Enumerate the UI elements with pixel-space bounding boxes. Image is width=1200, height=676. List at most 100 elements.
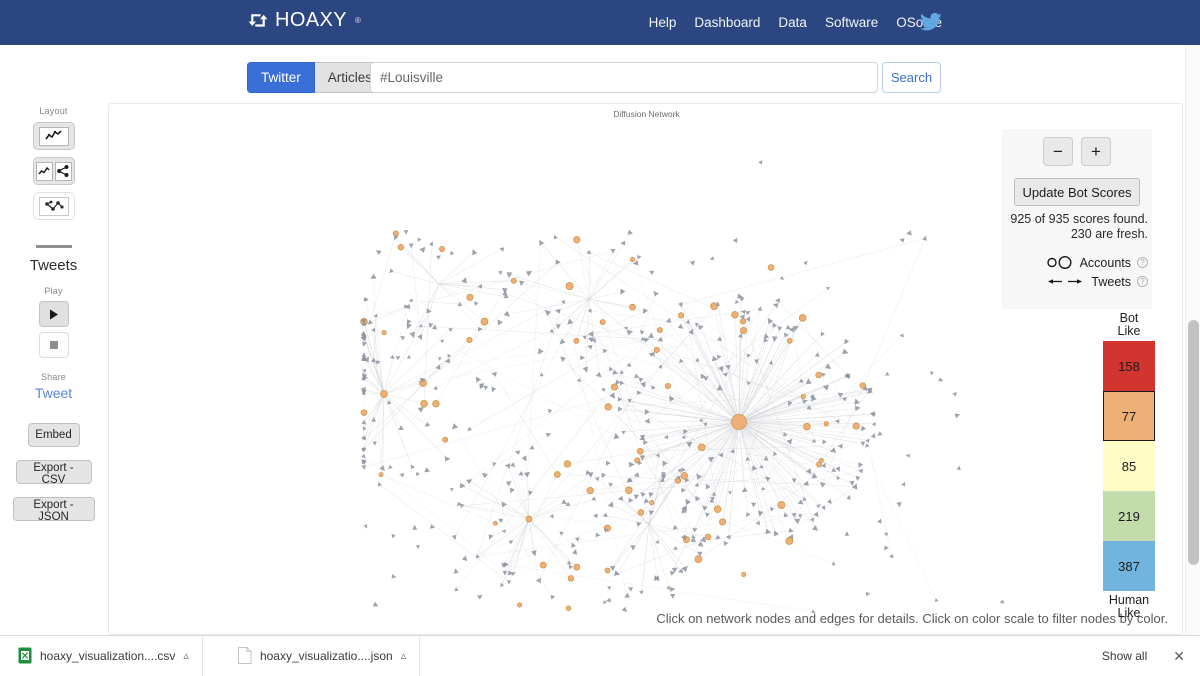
network-node-marker[interactable] xyxy=(747,354,751,358)
network-edge[interactable] xyxy=(681,305,837,422)
network-account-node[interactable] xyxy=(587,487,594,494)
network-node-marker[interactable] xyxy=(845,531,850,536)
network-account-node[interactable] xyxy=(605,568,610,573)
network-account-node[interactable] xyxy=(657,328,662,333)
network-edge[interactable] xyxy=(684,422,739,510)
network-node-marker[interactable] xyxy=(609,392,615,399)
network-node-marker[interactable] xyxy=(499,247,504,252)
network-node-marker[interactable] xyxy=(765,529,771,535)
network-node-marker[interactable] xyxy=(389,269,394,274)
network-account-node[interactable] xyxy=(379,473,383,477)
network-account-node[interactable] xyxy=(630,304,636,310)
network-node-marker[interactable] xyxy=(489,534,494,540)
network-edge[interactable] xyxy=(462,506,718,538)
network-node-marker[interactable] xyxy=(643,308,648,314)
network-node-marker[interactable] xyxy=(653,291,658,297)
network-edge[interactable] xyxy=(529,499,594,519)
network-node-marker[interactable] xyxy=(567,319,573,325)
network-account-node[interactable] xyxy=(421,400,428,407)
network-node-marker[interactable] xyxy=(569,565,573,570)
network-account-node[interactable] xyxy=(650,501,654,505)
layout-trend-button[interactable] xyxy=(33,122,75,150)
network-edge[interactable] xyxy=(681,238,925,304)
network-node-marker[interactable] xyxy=(866,592,871,597)
network-node-marker[interactable] xyxy=(411,465,415,470)
color-band-bot-red[interactable]: 158 xyxy=(1103,341,1155,391)
network-node-marker[interactable] xyxy=(678,568,683,573)
network-account-node[interactable] xyxy=(681,473,688,480)
network-account-node[interactable] xyxy=(742,572,746,576)
network-node-marker[interactable] xyxy=(622,607,627,612)
network-edge[interactable] xyxy=(505,519,529,573)
network-node-marker[interactable] xyxy=(556,324,561,329)
network-edge[interactable] xyxy=(822,238,925,484)
network-node-marker[interactable] xyxy=(628,230,634,235)
brand-logo[interactable]: HOAXY ® xyxy=(248,9,361,32)
network-node-marker[interactable] xyxy=(710,256,714,260)
network-node-marker[interactable] xyxy=(681,488,686,493)
network-node-marker[interactable] xyxy=(955,413,961,418)
network-node-marker[interactable] xyxy=(418,407,424,413)
network-node-marker[interactable] xyxy=(856,476,861,481)
network-account-node[interactable] xyxy=(443,437,448,442)
network-account-node[interactable] xyxy=(493,521,497,525)
network-node-marker[interactable] xyxy=(450,488,454,491)
network-account-node[interactable] xyxy=(819,458,823,462)
network-node-marker[interactable] xyxy=(899,238,904,243)
network-account-node[interactable] xyxy=(382,331,386,335)
network-edge[interactable] xyxy=(529,519,577,567)
network-edge[interactable] xyxy=(577,240,589,299)
network-node-marker[interactable] xyxy=(821,331,825,336)
network-node-marker[interactable] xyxy=(741,310,746,315)
network-node-marker[interactable] xyxy=(861,442,866,447)
network-edge[interactable] xyxy=(739,340,766,422)
nav-link-dashboard[interactable]: Dashboard xyxy=(694,15,760,30)
network-account-node[interactable] xyxy=(698,444,705,451)
network-node-marker[interactable] xyxy=(649,271,654,275)
network-node-marker[interactable] xyxy=(539,240,544,246)
network-account-node[interactable] xyxy=(714,506,721,513)
network-edge[interactable] xyxy=(528,243,541,474)
network-node-marker[interactable] xyxy=(392,574,397,579)
network-node-marker[interactable] xyxy=(412,525,417,530)
network-edge[interactable] xyxy=(589,253,743,322)
network-account-node[interactable] xyxy=(804,423,811,430)
network-node-marker[interactable] xyxy=(484,385,488,390)
network-node-marker[interactable] xyxy=(461,277,467,283)
network-account-node[interactable] xyxy=(433,401,440,408)
network-node-marker[interactable] xyxy=(666,585,670,590)
network-edge[interactable] xyxy=(384,329,450,394)
network-node-marker[interactable] xyxy=(583,367,589,373)
network-node-marker[interactable] xyxy=(787,439,793,445)
network-node-marker[interactable] xyxy=(524,472,530,478)
network-node-marker[interactable] xyxy=(388,465,393,469)
network-node-marker[interactable] xyxy=(724,541,729,546)
network-node-marker[interactable] xyxy=(678,302,683,307)
network-edge[interactable] xyxy=(570,322,627,596)
network-node-marker[interactable] xyxy=(673,525,678,530)
network-node-marker[interactable] xyxy=(816,504,820,508)
network-account-node[interactable] xyxy=(600,320,605,325)
network-node-marker[interactable] xyxy=(812,525,818,531)
network-node-marker[interactable] xyxy=(952,392,957,397)
network-node-marker[interactable] xyxy=(361,465,366,470)
network-node-marker[interactable] xyxy=(551,595,556,600)
network-account-node[interactable] xyxy=(398,244,404,250)
network-node-marker[interactable] xyxy=(370,274,376,279)
network-edge[interactable] xyxy=(723,336,902,522)
network-account-node[interactable] xyxy=(361,410,367,416)
network-node-marker[interactable] xyxy=(775,298,780,303)
network-account-node[interactable] xyxy=(816,372,822,378)
network-account-node[interactable] xyxy=(554,472,560,478)
network-node-marker[interactable] xyxy=(861,426,866,432)
network-node-marker[interactable] xyxy=(906,230,912,235)
network-node-marker[interactable] xyxy=(690,260,695,265)
network-node-marker[interactable] xyxy=(846,495,850,500)
network-node-marker[interactable] xyxy=(587,250,592,254)
network-account-node[interactable] xyxy=(799,315,806,322)
network-node-marker[interactable] xyxy=(836,466,841,472)
network-node-marker[interactable] xyxy=(670,587,675,592)
color-band-yellow[interactable]: 85 xyxy=(1103,441,1155,491)
network-node-marker[interactable] xyxy=(639,590,643,594)
network-node-marker[interactable] xyxy=(596,533,601,538)
